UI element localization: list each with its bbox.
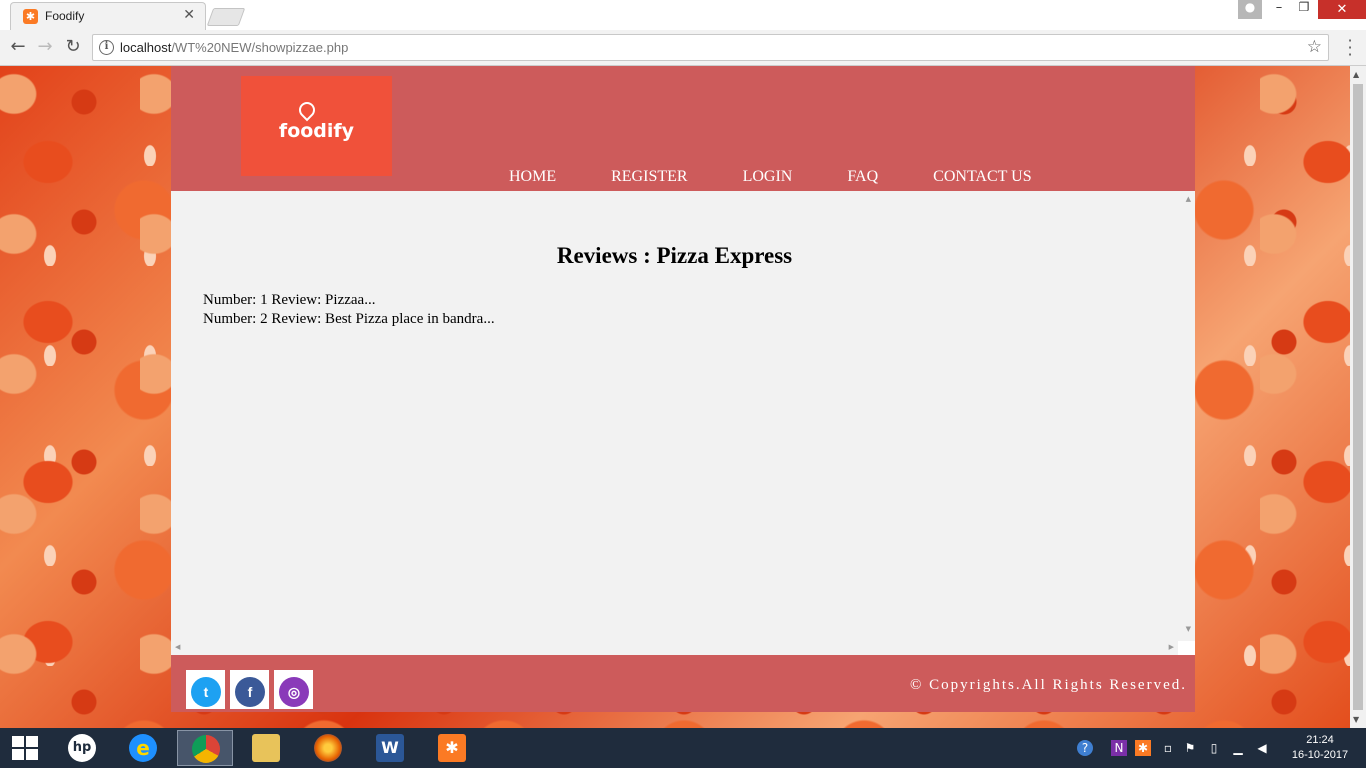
twitter-link[interactable]: t (186, 670, 225, 709)
power-icon[interactable]: ▯ (1206, 740, 1222, 756)
xampp-icon: ✱ (23, 9, 38, 24)
close-tab-icon[interactable]: ✕ (183, 7, 195, 23)
copyright-text: © Copyrights.All Rights Reserved. (910, 677, 1187, 693)
url-host: localhost (120, 40, 172, 55)
review-list: Number: 1 Review: Pizzaa... Number: 2 Re… (203, 291, 495, 329)
nav-login[interactable]: LOGIN (743, 168, 793, 186)
back-arrow-icon[interactable]: ← (7, 36, 29, 58)
nav-contact-us[interactable]: CONTACT US (933, 168, 1031, 186)
onenote-icon[interactable]: N (1111, 740, 1127, 756)
scroll-down-arrow-icon[interactable]: ▼ (1186, 625, 1191, 633)
minimize-button[interactable]: – (1266, 0, 1292, 19)
list-item: Number: 2 Review: Best Pizza place in ba… (203, 311, 495, 327)
horizontal-scrollbar[interactable]: ◀ ▶ (171, 641, 1178, 655)
scrollbar-corner (1178, 641, 1195, 655)
word-icon[interactable]: W (362, 730, 418, 766)
firefox-icon[interactable] (300, 730, 356, 766)
scroll-down-icon[interactable]: ▼ (1353, 715, 1359, 724)
page-title: Reviews : Pizza Express (556, 243, 793, 268)
list-item: Number: 1 Review: Pizzaa... (203, 292, 376, 308)
reload-icon[interactable]: ↻ (62, 36, 84, 58)
volume-icon[interactable]: ◀ (1254, 740, 1270, 756)
scroll-left-arrow-icon[interactable]: ◀ (175, 643, 180, 651)
address-bar[interactable]: i localhost/WT%20NEW/showpizzae.php ☆ (92, 34, 1329, 61)
chrome-icon[interactable] (177, 730, 233, 766)
url-path: /WT%20NEW/showpizzae.php (171, 40, 349, 55)
url-text[interactable]: localhost/WT%20NEW/showpizzae.php (120, 40, 348, 55)
location-pin-icon (295, 98, 319, 122)
logo-text: foodify (278, 120, 355, 142)
instagram-link[interactable]: ◎ (274, 670, 313, 709)
file-explorer-icon[interactable] (238, 730, 294, 766)
internet-explorer-icon[interactable]: e (115, 730, 171, 766)
forward-arrow-icon[interactable]: → (34, 36, 56, 58)
nav-faq[interactable]: FAQ (847, 168, 878, 186)
xampp-tray-icon[interactable]: ✱ (1135, 740, 1151, 756)
content-frame[interactable]: ▲ Reviews : Pizza Express Number: 1 Revi… (171, 191, 1195, 655)
instagram-icon: ◎ (279, 677, 309, 707)
site-logo[interactable]: foodify (241, 76, 392, 176)
site-header: foodify HOME REGISTER LOGIN FAQ CONTACT … (171, 66, 1195, 191)
user-profile-icon[interactable]: ● (1238, 0, 1262, 19)
flag-icon[interactable]: ⚑ (1182, 740, 1198, 756)
main-nav: HOME REGISTER LOGIN FAQ CONTACT US (509, 168, 1087, 186)
bookmark-star-icon[interactable]: ☆ (1307, 37, 1322, 57)
page-background: foodify HOME REGISTER LOGIN FAQ CONTACT … (0, 66, 1350, 728)
network-warning-icon[interactable]: ▫ (1160, 740, 1176, 756)
menu-icon[interactable]: · · · (1340, 33, 1360, 63)
info-icon[interactable]: i (99, 40, 114, 55)
facebook-link[interactable]: f (230, 670, 269, 709)
xampp-icon[interactable]: ✱ (424, 730, 480, 766)
site-container: foodify HOME REGISTER LOGIN FAQ CONTACT … (171, 66, 1195, 728)
nav-home[interactable]: HOME (509, 168, 556, 186)
facebook-icon: f (235, 677, 265, 707)
twitter-icon: t (191, 677, 221, 707)
clock-time: 21:24 (1306, 734, 1334, 746)
tab-title: Foodify (45, 9, 85, 23)
hp-icon[interactable]: hp (54, 730, 110, 766)
new-tab-button[interactable] (206, 8, 246, 26)
browser-titlebar: ✱ Foodify ✕ ● – ❐ ✕ (0, 0, 1366, 30)
restore-button[interactable]: ❐ (1292, 0, 1316, 19)
nav-register[interactable]: REGISTER (611, 168, 687, 186)
site-footer: t f ◎ © Copyrights.All Rights Reserved. (171, 655, 1195, 712)
page-vertical-scrollbar[interactable]: ▲ ▼ (1350, 66, 1366, 728)
scroll-up-arrow-icon[interactable]: ▲ (1186, 195, 1191, 203)
scroll-up-icon[interactable]: ▲ (1353, 70, 1359, 79)
close-window-button[interactable]: ✕ (1318, 0, 1366, 19)
windows-taskbar: hp e W ✱ ? N ✱ ▫ ⚑ ▯ ▁ ◀ 21:24 16-10-201… (0, 728, 1366, 768)
scroll-right-arrow-icon[interactable]: ▶ (1169, 643, 1174, 651)
clock-date: 16-10-2017 (1291, 749, 1349, 761)
taskbar-clock[interactable]: 21:24 16-10-2017 (1290, 733, 1350, 763)
windows-start-icon[interactable] (12, 736, 38, 760)
browser-tab[interactable]: ✱ Foodify ✕ (10, 2, 206, 30)
help-icon[interactable]: ? (1077, 740, 1093, 756)
scrollbar-thumb[interactable] (1353, 84, 1363, 710)
signal-icon[interactable]: ▁ (1230, 740, 1246, 756)
browser-toolbar: ← → ↻ i localhost/WT%20NEW/showpizzae.ph… (0, 30, 1366, 66)
